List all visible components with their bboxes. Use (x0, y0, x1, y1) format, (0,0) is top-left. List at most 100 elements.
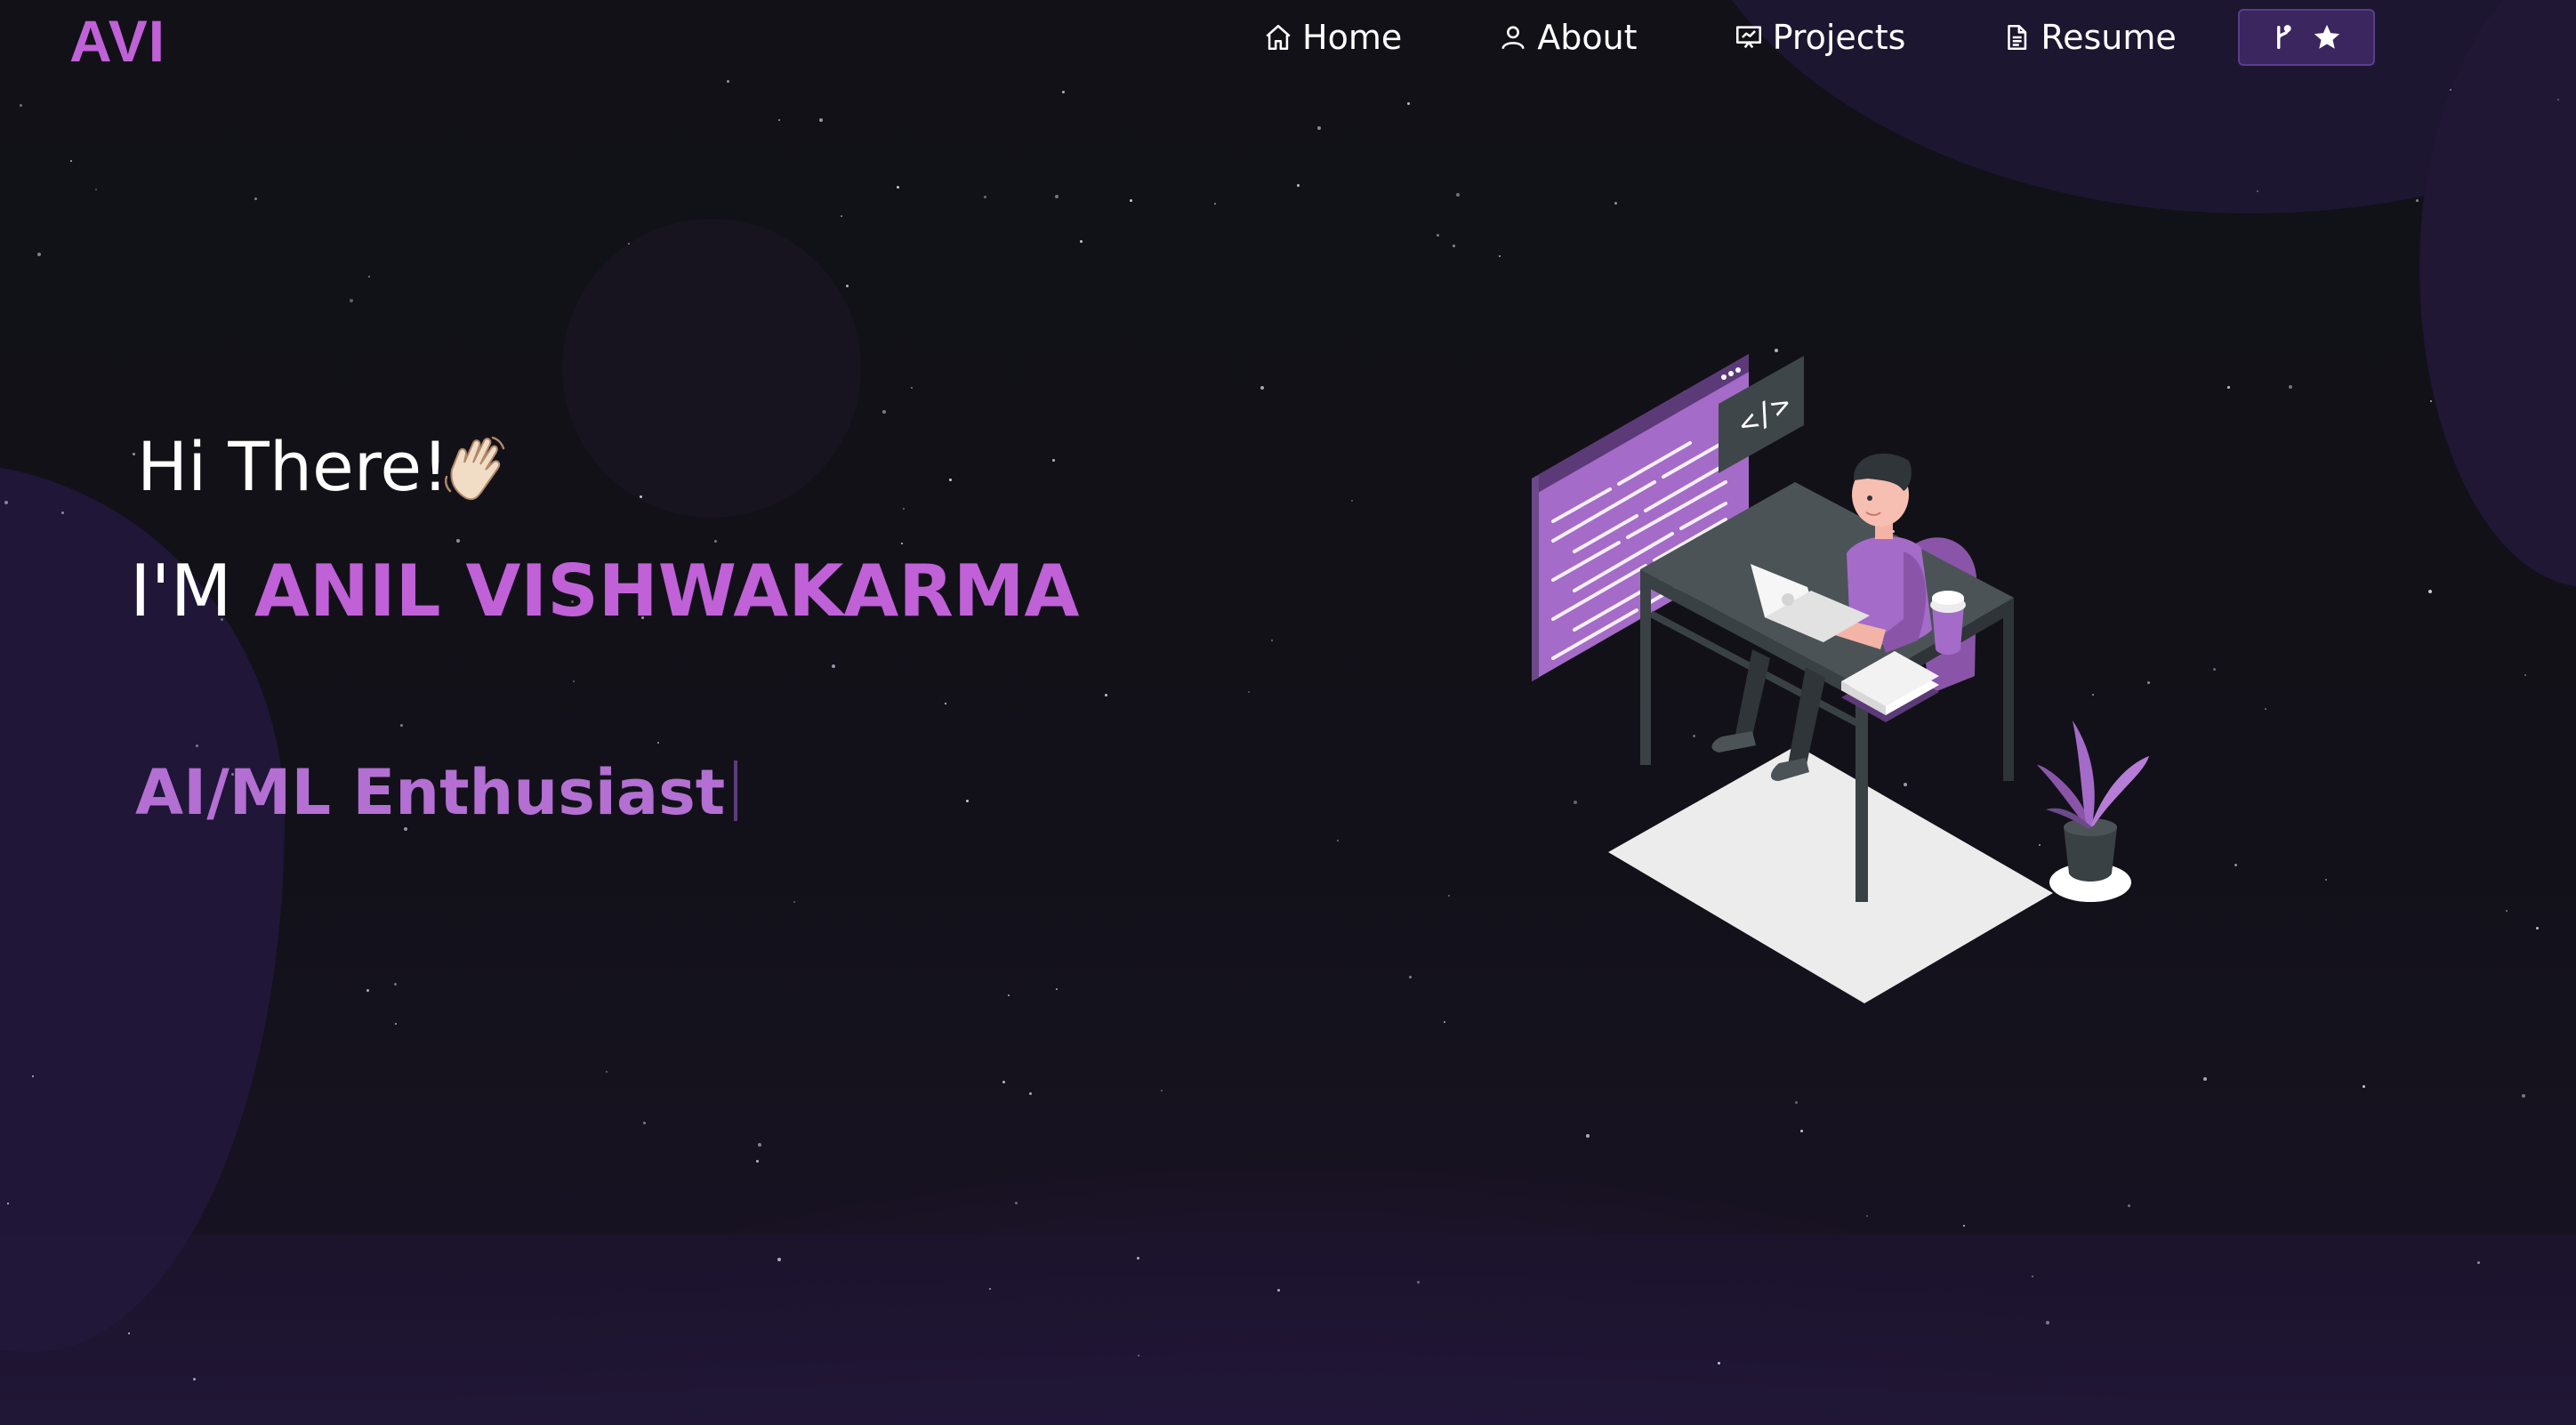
star-dot (1297, 184, 1300, 187)
star-dot (2289, 385, 2292, 389)
star-dot (903, 508, 905, 510)
star-dot (2363, 1085, 2365, 1088)
star-dot (1448, 895, 1450, 897)
star-dot (254, 197, 257, 200)
star-dot (1161, 1090, 1163, 1091)
star-icon (2312, 22, 2342, 52)
star-dot (2234, 864, 2237, 866)
star-dot (989, 1288, 991, 1290)
background-circle (562, 219, 861, 518)
star-dot (640, 495, 642, 498)
star-dot (1214, 203, 1216, 205)
star-dot (1137, 1257, 1139, 1260)
typewriter-line: AI/ML Enthusiast (135, 756, 738, 829)
star-dot (758, 1143, 761, 1147)
star-dot (2477, 1261, 2480, 1264)
star-dot (966, 800, 969, 802)
star-dot (1002, 1081, 1005, 1083)
star-dot (832, 664, 835, 668)
star-dot (2046, 1321, 2049, 1324)
waving-hand-icon (444, 436, 505, 501)
star-dot (2450, 89, 2451, 91)
star-dot (61, 511, 64, 514)
intro-line: I'M ANIL VISHWAKARMA (130, 550, 1079, 632)
nav-item-about[interactable]: About (1498, 18, 1638, 57)
star-dot (2032, 1276, 2033, 1277)
star-dot (2557, 99, 2559, 101)
star-dot (1800, 1130, 1803, 1132)
star-dot (128, 1332, 130, 1334)
star-dot (2522, 1094, 2525, 1098)
star-dot (2430, 400, 2432, 402)
user-icon (1501, 26, 1525, 50)
star-dot (778, 119, 780, 121)
star-dot (2506, 910, 2508, 912)
star-dot (1271, 640, 1273, 641)
star-dot (1130, 199, 1132, 202)
star-dot (882, 410, 886, 414)
github-star-button[interactable] (2238, 9, 2375, 66)
star-dot (2257, 190, 2258, 192)
star-dot (628, 243, 630, 245)
star-dot (643, 1122, 646, 1124)
git-fork-icon (2271, 22, 2294, 52)
star-dot (2428, 590, 2432, 593)
star-dot (1453, 245, 1455, 247)
star-dot (2213, 668, 2216, 671)
star-dot (841, 215, 842, 217)
star-dot (1456, 193, 1460, 197)
star-dot (400, 724, 403, 727)
star-dot (949, 479, 952, 481)
star-dot (2536, 927, 2539, 930)
star-dot (32, 1075, 34, 1077)
star-dot (1138, 1355, 1139, 1357)
nav-item-home[interactable]: Home (1263, 18, 1402, 57)
star-dot (911, 387, 913, 389)
star-dot (1317, 126, 1321, 130)
star-dot (2416, 199, 2419, 202)
owner-name: ANIL VISHWAKARMA (254, 550, 1080, 632)
star-dot (2203, 1077, 2207, 1081)
star-dot (70, 160, 72, 162)
star-dot (1407, 102, 1410, 105)
star-dot (456, 539, 460, 543)
star-dot (2128, 1204, 2130, 1207)
star-dot (133, 453, 135, 455)
star-dot (1417, 1281, 1420, 1284)
star-dot (793, 901, 795, 903)
star-dot (1260, 386, 1264, 390)
star-dot (350, 299, 353, 302)
star-dot (1029, 1092, 1032, 1095)
nav-item-label: Resume (2041, 18, 2177, 57)
star-dot (897, 186, 899, 189)
nav-item-label: Home (1302, 18, 1403, 57)
navbar: Home About Projects Resume (1263, 0, 2273, 75)
star-dot (395, 1023, 397, 1025)
nav-item-resume[interactable]: Resume (2001, 18, 2177, 57)
presentation-icon (1735, 26, 1761, 49)
star-dot (394, 983, 397, 986)
greeting-text: Hi There! (137, 427, 449, 506)
star-dot (7, 1203, 9, 1204)
star-dot (193, 1378, 196, 1381)
star-dot (2227, 386, 2230, 389)
star-dot (1008, 994, 1010, 996)
star-dot (1444, 1021, 1445, 1023)
star-dot (1866, 1215, 1868, 1217)
brand-logo[interactable]: AVI (69, 7, 165, 75)
star-dot (819, 118, 823, 122)
nav-item-label: About (1537, 18, 1638, 57)
intro-prefix: I'M (130, 550, 232, 632)
star-dot (1409, 976, 1412, 978)
star-dot (1080, 240, 1083, 243)
nav-item-label: Projects (1772, 18, 1906, 57)
star-dot (657, 742, 659, 744)
page: AVI Home About Projects Resume Hi There! (0, 0, 2576, 1425)
star-dot (1052, 459, 1055, 462)
star-dot (945, 703, 946, 704)
star-dot (1277, 1289, 1280, 1292)
nav-item-projects[interactable]: Projects (1734, 18, 1906, 57)
star-dot (1614, 202, 1617, 205)
star-dot (846, 285, 849, 287)
star-dot (1499, 255, 1501, 257)
